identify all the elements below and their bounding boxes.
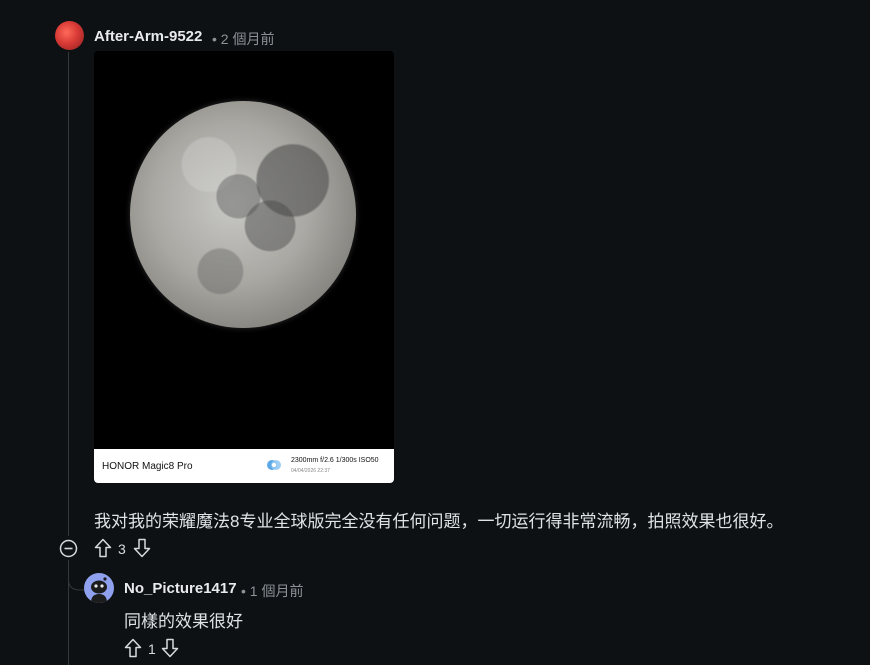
comment-timestamp[interactable]: • 2 個月前 [212, 29, 274, 49]
collapse-thread-icon[interactable] [59, 539, 78, 558]
upvote-icon[interactable] [124, 638, 142, 658]
vote-count: 1 [148, 641, 156, 657]
photo-date: 04/04/2026 22:37 [291, 468, 330, 474]
avatar[interactable] [55, 21, 84, 50]
camera-brand-logo-icon [267, 460, 281, 470]
snoo-avatar-icon [91, 577, 107, 603]
comment-image[interactable]: HONOR Magic8 Pro 2300mm f/2.6 1/300s ISO… [94, 51, 394, 483]
reply-author[interactable]: No_Picture1417 [124, 580, 237, 597]
reply-avatar[interactable] [84, 573, 114, 603]
photo-specs: 2300mm f/2.6 1/300s ISO50 [291, 457, 379, 464]
comment-body: 我对我的荣耀魔法8专业全球版完全没有任何问题，一切运行得非常流畅，拍照效果也很好… [94, 512, 784, 531]
reply-timestamp[interactable]: • 1 個月前 [241, 581, 303, 601]
reply-body: 同樣的效果很好 [124, 612, 243, 631]
comment-author[interactable]: After-Arm-9522 [94, 28, 202, 45]
photo-watermark-footer: HONOR Magic8 Pro 2300mm f/2.6 1/300s ISO… [94, 449, 394, 483]
upvote-icon[interactable] [94, 538, 112, 558]
downvote-icon[interactable] [133, 538, 151, 558]
thread-line-main [68, 52, 69, 536]
vote-count: 3 [118, 541, 126, 557]
moon-photo [130, 101, 356, 328]
downvote-icon[interactable] [161, 638, 179, 658]
photo-device-name: HONOR Magic8 Pro [102, 461, 193, 472]
